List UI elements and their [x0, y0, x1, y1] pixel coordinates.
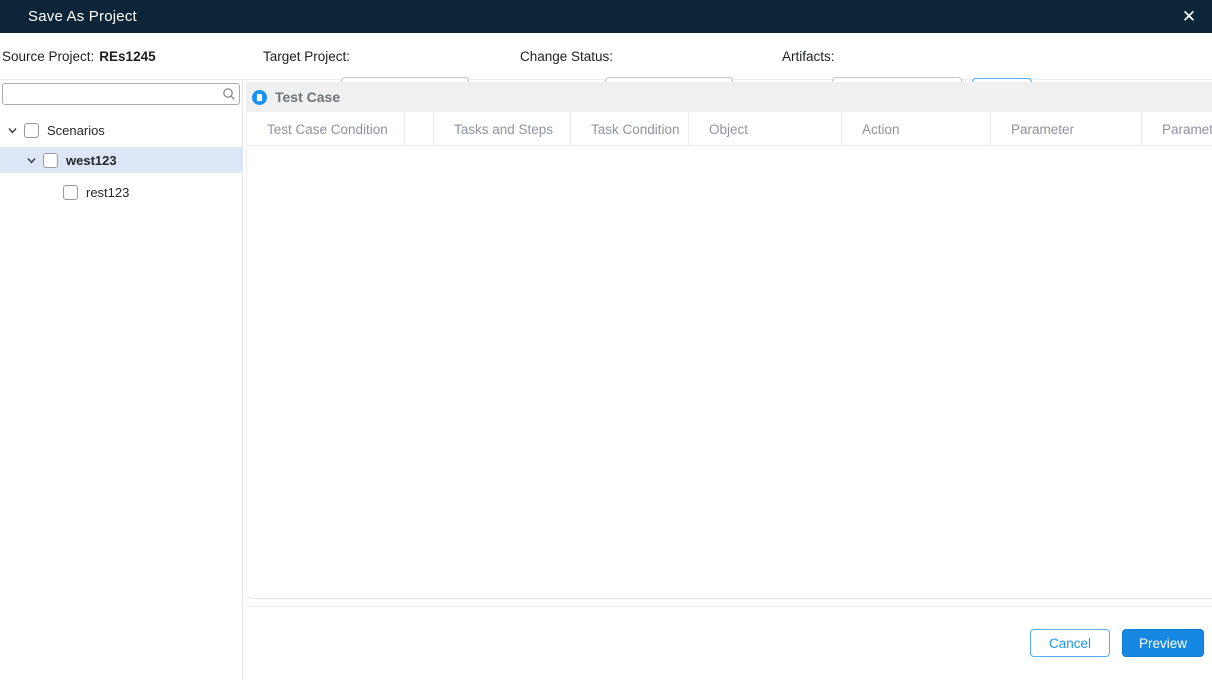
- change-status-label: Change Status:: [520, 48, 614, 64]
- rest123-checkbox[interactable]: [63, 184, 78, 200]
- column-header-parameter: Parameter: [991, 112, 1142, 146]
- cancel-button[interactable]: Cancel: [1030, 629, 1110, 657]
- section-title: Test Case: [275, 89, 341, 105]
- dialog-header: Save As Project ✕: [0, 0, 1212, 33]
- tree-item-west123[interactable]: west123: [0, 147, 243, 173]
- table-header-row: Test Case Condition Tasks and Steps Task…: [247, 112, 1212, 146]
- dialog-title: Save As Project: [28, 8, 137, 25]
- scenarios-checkbox[interactable]: [24, 122, 39, 138]
- column-header-action: Action: [842, 112, 991, 146]
- column-header-blank: [405, 112, 434, 146]
- search-box: [2, 83, 240, 105]
- test-case-icon: [252, 89, 267, 105]
- column-header-object: Object: [689, 112, 842, 146]
- close-icon[interactable]: ✕: [1176, 0, 1202, 33]
- chevron-down-icon[interactable]: [24, 153, 38, 167]
- search-input[interactable]: [3, 85, 219, 103]
- preview-button[interactable]: Preview: [1122, 629, 1204, 657]
- toolbar: Source Project: REs1245 Target Project: …: [0, 33, 1212, 107]
- column-header-task-condition: Task Condition: [571, 112, 689, 146]
- west123-checkbox[interactable]: [43, 152, 58, 168]
- column-header-tasks-and-steps: Tasks and Steps: [434, 112, 571, 146]
- column-header-test-case-condition: Test Case Condition: [247, 112, 405, 146]
- chevron-down-icon[interactable]: [5, 123, 19, 137]
- sidebar: Scenarios west123 rest123: [0, 80, 243, 680]
- tree-item-label: rest123: [86, 184, 130, 200]
- artifacts-label: Artifacts:: [782, 48, 835, 64]
- test-case-table: Test Case Condition Tasks and Steps Task…: [246, 112, 1212, 599]
- tree-item-label: Scenarios: [47, 122, 105, 138]
- tree-item-rest123[interactable]: rest123: [0, 180, 243, 204]
- column-header-parameter-2: Parameter: [1162, 121, 1212, 137]
- source-project-caption: Source Project:: [2, 48, 95, 64]
- source-project-value: REs1245: [99, 48, 156, 64]
- search-icon: [219, 87, 239, 101]
- tree-item-label: west123: [66, 152, 117, 168]
- footer-divider: [245, 606, 1212, 607]
- source-project-label: Source Project: REs1245: [2, 33, 156, 79]
- section-bar: Test Case: [246, 82, 1212, 112]
- target-project-label: Target Project:: [263, 48, 351, 64]
- table-body-empty: [247, 146, 1212, 598]
- tree-item-scenarios[interactable]: Scenarios: [0, 118, 243, 142]
